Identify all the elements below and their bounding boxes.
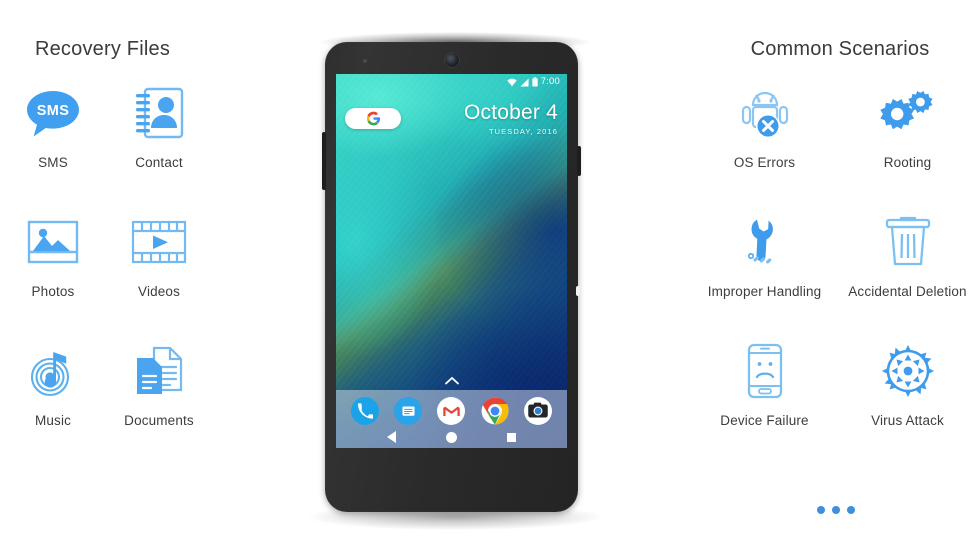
proximity-sensor-icon	[363, 59, 367, 63]
music-note-icon	[22, 340, 84, 402]
status-time: 7:00	[540, 76, 560, 88]
phone-body: 7:00 October 4 TUESDAY, 2016	[322, 42, 581, 512]
phone-app-icon[interactable]	[350, 397, 379, 425]
messages-app-icon[interactable]	[394, 397, 423, 425]
scenario-item-label: Virus Attack	[871, 413, 944, 428]
chevron-up-icon[interactable]	[444, 374, 460, 386]
google-search-widget[interactable]	[345, 108, 401, 129]
dot-3	[847, 506, 855, 514]
video-filmstrip-icon	[128, 211, 190, 273]
gears-icon	[877, 82, 939, 144]
scenario-item-accidental-deletion[interactable]: Accidental Deletion	[836, 211, 979, 340]
recovery-item-label: SMS	[38, 155, 68, 170]
recovery-files-grid: SMS SMS Contact Photos Videos Music Docu…	[0, 82, 212, 469]
scenario-item-rooting[interactable]: Rooting	[836, 82, 979, 211]
phone-screen: 7:00 October 4 TUESDAY, 2016	[336, 74, 567, 448]
scenario-item-label: Improper Handling	[707, 284, 822, 299]
android-phone-mockup: 7:00 October 4 TUESDAY, 2016	[309, 32, 601, 530]
side-indicator	[576, 286, 580, 296]
virus-icon	[877, 340, 939, 402]
recovery-files-heading: Recovery Files	[34, 38, 171, 60]
trash-can-icon	[877, 211, 939, 273]
recovery-item-documents[interactable]: Documents	[106, 340, 212, 469]
wifi-icon	[507, 78, 517, 86]
documents-icon	[128, 340, 190, 402]
sms-bubble-icon: SMS	[22, 82, 84, 144]
phone-sad-face-icon	[734, 340, 796, 402]
recovery-item-label: Photos	[31, 284, 75, 299]
scenario-item-os-errors[interactable]: OS Errors	[693, 82, 836, 211]
contact-book-icon	[128, 82, 190, 144]
date-secondary: TUESDAY, 2016	[488, 127, 558, 137]
scenario-item-label: OS Errors	[733, 155, 796, 170]
google-g-icon	[366, 111, 380, 126]
scenario-item-improper-handling[interactable]: Improper Handling	[693, 211, 836, 340]
android-error-icon	[734, 82, 796, 144]
recovery-item-label: Music	[34, 413, 71, 428]
recovery-item-label: Videos	[138, 284, 180, 299]
dot-2	[832, 506, 840, 514]
battery-icon	[532, 77, 538, 87]
nav-home-button[interactable]	[440, 426, 462, 448]
scenario-item-label: Rooting	[883, 155, 932, 170]
nav-recents-button[interactable]	[500, 426, 522, 448]
gmail-app-icon[interactable]	[437, 397, 466, 425]
common-scenarios-heading: Common Scenarios	[750, 38, 930, 60]
nav-back-button[interactable]	[381, 426, 403, 448]
date-primary: October 4	[463, 101, 558, 124]
dock	[336, 390, 567, 448]
front-camera-icon	[444, 53, 459, 67]
photo-image-icon	[22, 211, 84, 273]
chrome-app-icon[interactable]	[481, 397, 509, 425]
recovery-item-videos[interactable]: Videos	[106, 211, 212, 340]
recovery-item-photos[interactable]: Photos	[0, 211, 106, 340]
power-button[interactable]	[577, 146, 581, 176]
recovery-item-label: Documents	[124, 413, 194, 428]
scenario-item-device-failure[interactable]: Device Failure	[693, 340, 836, 469]
date-widget: October 4 TUESDAY, 2016	[463, 101, 558, 137]
volume-button[interactable]	[322, 132, 326, 190]
status-bar: 7:00	[336, 74, 567, 90]
wrench-screwdriver-icon	[734, 211, 796, 273]
scenario-item-virus-attack[interactable]: Virus Attack	[836, 340, 979, 469]
scenario-item-label: Device Failure	[720, 413, 809, 428]
recovery-item-label: Contact	[135, 155, 183, 170]
page-root: Recovery Files SMS SMS Contact Photos Vi…	[0, 0, 979, 536]
scenario-item-label: Accidental Deletion	[848, 284, 967, 299]
svg-text:SMS: SMS	[37, 103, 70, 119]
signal-icon	[520, 77, 529, 87]
common-scenarios-grid: OS Errors Rooting Improper Handling Acci…	[693, 82, 979, 469]
camera-app-icon[interactable]	[524, 397, 553, 425]
dock-app-row	[336, 395, 567, 427]
recovery-item-music[interactable]: Music	[0, 340, 106, 469]
dot-1	[817, 506, 825, 514]
navigation-bar	[336, 426, 567, 448]
recovery-item-contact[interactable]: Contact	[106, 82, 212, 211]
more-scenarios-dots[interactable]	[693, 506, 979, 514]
recovery-item-sms[interactable]: SMS SMS	[0, 82, 106, 211]
